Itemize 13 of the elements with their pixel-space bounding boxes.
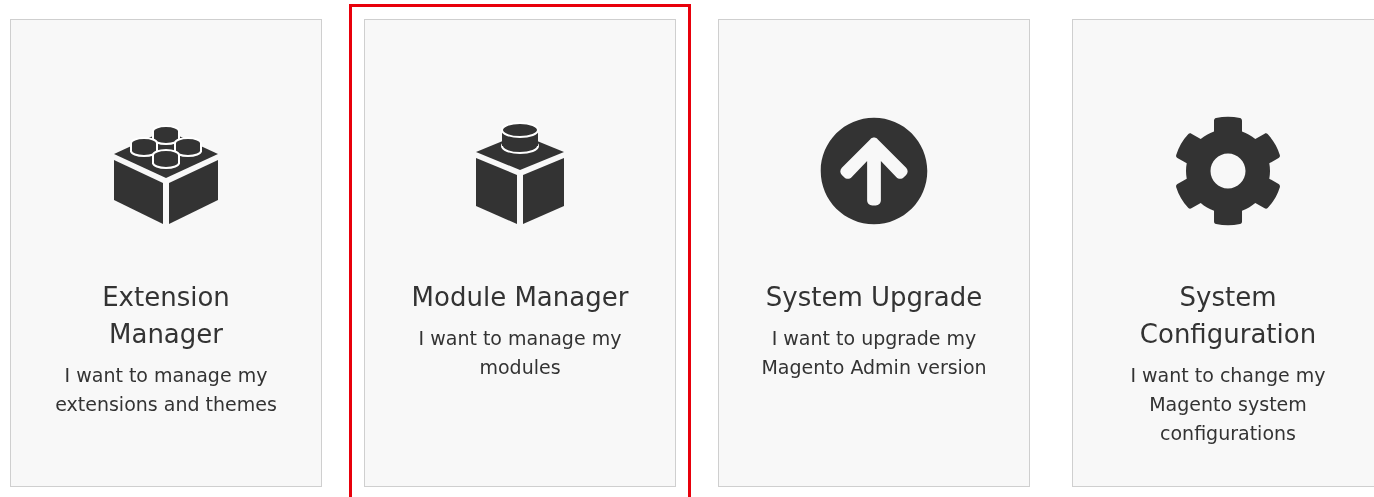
card-title: Extension Manager: [101, 281, 231, 351]
option-card[interactable]: Extension Manager I want to manage my extensions and themes: [10, 19, 322, 487]
card-title: System Upgrade: [765, 281, 983, 314]
card-description: I want to manage my modules: [417, 326, 623, 380]
card-title: Module Manager: [411, 281, 629, 314]
card-description: I want to change my Magento system configurations: [1129, 363, 1327, 446]
option-card[interactable]: System Upgrade I want to upgrade my Magento Admin version: [718, 19, 1030, 487]
card-description: I want to upgrade my Magento Admin version: [760, 326, 988, 380]
option-card[interactable]: Module Manager I want to manage my modules: [364, 19, 676, 487]
upload-arrow-icon: [819, 116, 929, 226]
card-title: System Configuration: [1138, 281, 1318, 351]
option-card[interactable]: System Configuration I want to change my Magento system configurations: [1072, 19, 1374, 487]
card-description: I want to manage my extensions and themes: [54, 363, 278, 417]
